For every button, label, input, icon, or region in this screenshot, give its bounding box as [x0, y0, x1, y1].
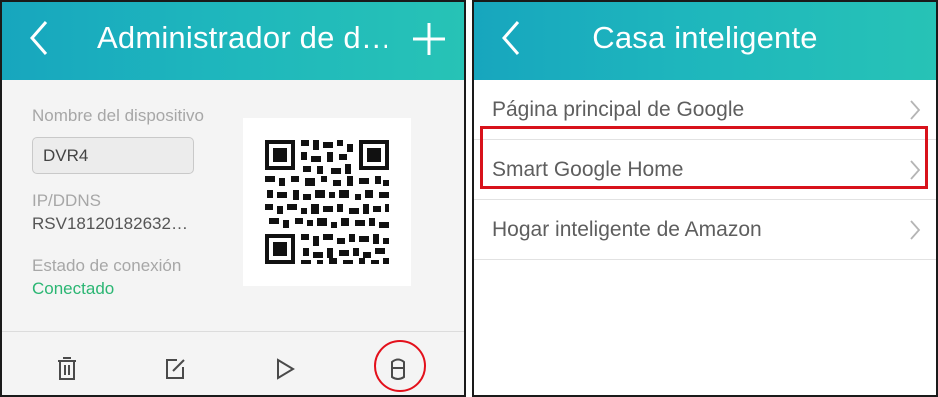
- play-icon[interactable]: [269, 354, 299, 384]
- smart-google-home-highlight-box: [480, 126, 928, 189]
- ip-label: IP/DDNS: [32, 191, 101, 210]
- list-item-label: Hogar inteligente de Amazon: [492, 218, 762, 241]
- connection-label: Estado de conexión: [32, 256, 182, 275]
- chevron-right-icon: [908, 99, 922, 121]
- action-bar: [2, 332, 464, 395]
- device-name-label: Nombre del dispositivo: [32, 106, 204, 125]
- header-bar: Administrador de d…: [2, 2, 464, 80]
- page-title: Casa inteligente: [592, 20, 818, 55]
- list-item-label: Página principal de Google: [492, 98, 745, 121]
- smart-home-highlight-circle: [374, 340, 426, 392]
- chevron-right-icon: [908, 219, 922, 241]
- list-item-amazon-smart-home[interactable]: Hogar inteligente de Amazon: [474, 200, 936, 260]
- back-chevron-icon[interactable]: [20, 14, 60, 62]
- device-details: Nombre del dispositivo DVR4 IP/DDNS RSV1…: [2, 80, 464, 395]
- connection-status: Conectado: [32, 279, 115, 298]
- plus-icon[interactable]: [408, 18, 450, 60]
- trash-icon[interactable]: [52, 354, 82, 384]
- integration-list: Página principal de Google Smart Google …: [474, 80, 936, 395]
- page-title: Administrador de d…: [97, 20, 387, 55]
- edit-icon[interactable]: [160, 354, 190, 384]
- smart-home-screen: Casa inteligente Página principal de Goo…: [472, 0, 938, 397]
- header-bar: Casa inteligente: [474, 2, 936, 80]
- qr-code-icon: [243, 118, 411, 286]
- device-name-field[interactable]: DVR4: [32, 137, 194, 174]
- ip-value: RSV18120182632…: [32, 214, 188, 233]
- device-manager-screen: Administrador de d… Nombre del dispositi…: [0, 0, 466, 397]
